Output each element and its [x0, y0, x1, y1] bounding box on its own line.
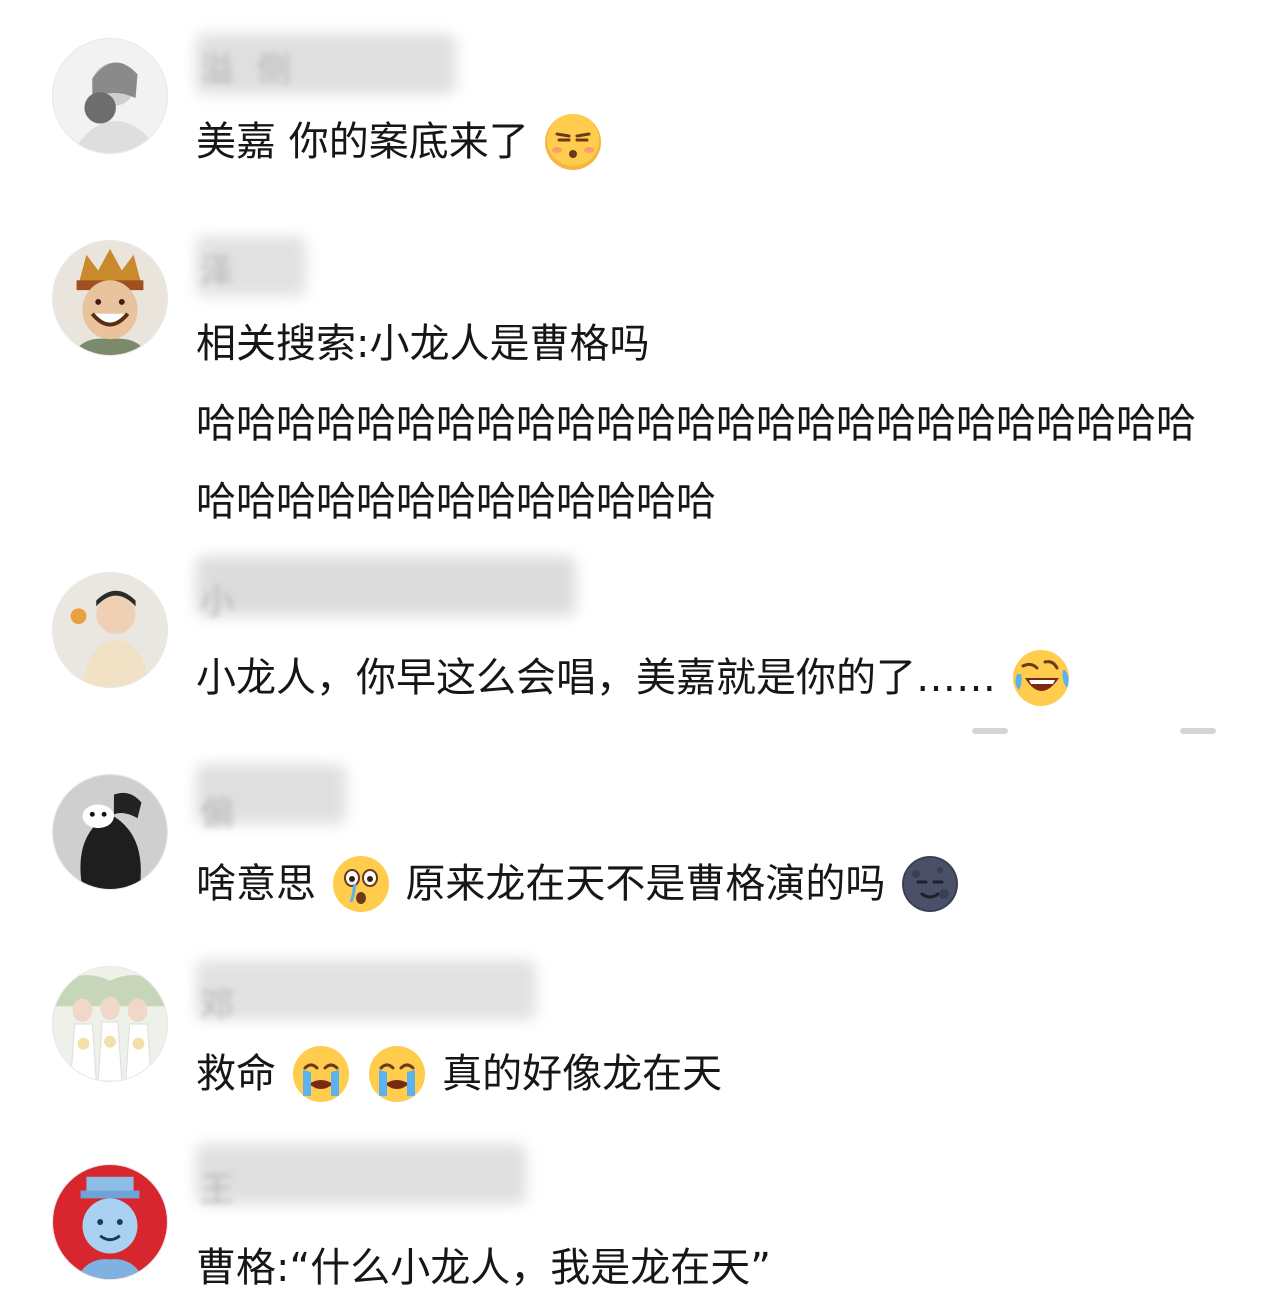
crying-face-icon: [291, 1044, 351, 1104]
rolling-laugh-icon: [1011, 648, 1071, 708]
avatar[interactable]: [52, 774, 168, 890]
crying-face-icon: [367, 1044, 427, 1104]
divider-dots: [972, 728, 1008, 734]
username: 溢 侧: [200, 50, 297, 90]
blurred-username: [196, 556, 576, 616]
comment-text-line-2: 哈哈哈哈哈哈哈哈哈哈哈哈哈哈哈哈哈哈哈哈哈哈哈哈哈: [196, 401, 1196, 447]
dark-moon-face-icon: [900, 854, 960, 914]
avatar[interactable]: [52, 38, 168, 154]
comment-text-line-3: 哈哈哈哈哈哈哈哈哈哈哈哈哈: [196, 479, 716, 525]
avatar[interactable]: [52, 572, 168, 688]
comment-text: 曹格:“什么小龙人，我是龙在天”: [196, 1245, 771, 1291]
smirk-face-icon: [543, 112, 603, 172]
divider-dots: [1180, 728, 1216, 734]
username: 邓: [200, 986, 240, 1026]
surprised-face-icon: [331, 854, 391, 914]
comment-text: 小龙人，你早这么会唱，美嘉就是你的了……: [196, 636, 1073, 718]
username: 王: [200, 1170, 240, 1210]
username: 泽: [200, 252, 240, 292]
username: 小: [200, 582, 240, 622]
username: 偏: [200, 794, 240, 834]
avatar[interactable]: [52, 1164, 168, 1280]
avatar[interactable]: [52, 966, 168, 1082]
blurred-username: [196, 1144, 526, 1204]
avatar[interactable]: [52, 240, 168, 356]
comment-text: 救命 真的好像龙在天: [196, 1032, 722, 1114]
comment-text-line-1: 相关搜索:小龙人是曹格吗: [196, 321, 650, 367]
blurred-username: [196, 960, 536, 1020]
comment-text: 啥意思 原来龙在天不是曹格演的吗: [196, 842, 962, 924]
comment-text: 美嘉 你的案底来了: [196, 100, 605, 182]
